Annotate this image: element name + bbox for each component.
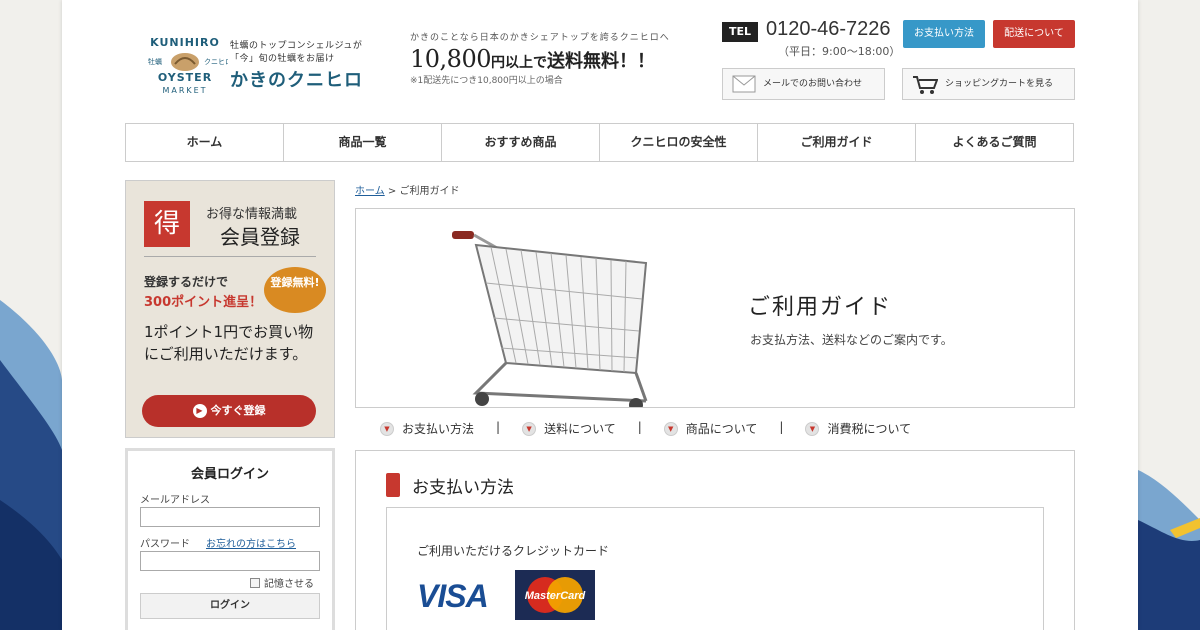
chevron-down-icon: ▼ [663,421,678,436]
anchor-products[interactable]: ▼ 商品について [663,420,758,437]
view-cart-label: ショッピングカートを見る [945,79,1054,89]
email-field[interactable] [140,507,320,527]
guide-hero-banner: ご利用ガイド お支払方法、送料などのご案内です。 [355,208,1075,408]
credit-card-box: ご利用いただけるクレジットカード VISA MasterCard [386,507,1044,630]
svg-text:クニヒロ: クニヒロ [204,58,228,66]
nav-item-faq[interactable]: よくあるご質問 [916,124,1073,161]
member-login-box: 会員ログイン メールアドレス パスワード お忘れの方はこちら 記憶させる ログイ… [125,448,335,630]
promo-headline: 10,800円以上で送料無料！！ [410,45,700,73]
anchor-separator: | [637,420,642,434]
toku-icon: 得 [144,201,190,247]
password-field[interactable] [140,551,320,571]
site-logo[interactable]: KUNIHIRO 牡蠣 クニヒロ OYSTER MARKET 牡蠣のトップコンシ… [142,34,372,98]
anchor-tax-label: 消費税について [827,422,912,436]
breadcrumb-separator: > [384,186,400,197]
svg-text:OYSTER: OYSTER [158,71,212,84]
tel-hours: （平日：9:00～18:00） [778,45,901,58]
chevron-down-icon: ▼ [805,421,820,436]
remember-me[interactable]: 記憶させる [250,575,314,590]
banner-body: 1ポイント1円でお買い物にご利用いただけます。 [144,323,314,363]
promo-note: ※1配送先につき10,800円以上の場合 [410,76,563,86]
promo-amount: 10,800 [410,45,491,73]
free-registration-badge: 登録無料! [264,267,326,313]
mail-inquiry-label: メールでのお問い合わせ [763,79,863,89]
view-cart-button[interactable]: ショッピングカートを見る [902,68,1075,100]
promo-lead: かきのことなら日本のかきシェアトップを誇るクニヒロへ [410,33,670,43]
anchor-shipping[interactable]: ▼ 送料について [522,420,616,437]
page-anchor-links: ▼ お支払い方法 | ▼ 送料について | ▼ 商品について | ▼ 消費税について [380,420,1070,437]
visa-logo: VISA [417,578,489,614]
register-now-label: 今すぐ登録 [210,404,266,417]
banner-divider [144,256,316,257]
svg-text:牡蠣: 牡蠣 [148,57,162,66]
hero-title: ご利用ガイド [748,295,893,320]
free-shipping-promo: かきのことなら日本のかきシェアトップを誇るクニヒロへ 10,800円以上で送料無… [410,30,700,86]
payment-section: お支払い方法 ご利用いただけるクレジットカード VISA MasterCard [355,450,1075,630]
banner-headline-2: 会員登録 [220,225,300,249]
shipping-info-button[interactable]: 配送について [993,20,1075,48]
breadcrumb-home-link[interactable]: ホーム [355,186,385,197]
credit-card-label: ご利用いただけるクレジットカード [417,544,610,558]
anchor-shipping-label: 送料について [544,422,616,436]
chevron-down-icon: ▼ [380,421,394,436]
anchor-separator: | [496,420,501,434]
remember-checkbox[interactable] [250,578,260,588]
login-button[interactable]: ログイン [140,593,320,619]
nav-item-safety[interactable]: クニヒロの安全性 [600,124,758,161]
svg-text:MARKET: MARKET [162,86,207,95]
banner-text-1: 登録するだけで [144,275,229,289]
envelope-icon [732,75,756,93]
member-registration-banner[interactable]: 得 お得な情報満載 会員登録 登録するだけで 300ポイント進呈！ 登録無料! … [125,180,335,438]
section-title: お支払い方法 [412,478,514,498]
nav-item-home[interactable]: ホーム [126,124,284,161]
promo-unit: 円以上で [490,55,547,71]
global-nav: ホーム 商品一覧 おすすめ商品 クニヒロの安全性 ご利用ガイド よくあるご質問 [125,123,1074,162]
anchor-products-label: 商品について [685,422,758,436]
payment-method-button[interactable]: お支払い方法 [903,20,985,48]
logo-name: かきのクニヒロ [230,70,363,91]
register-now-button[interactable]: ▶ 今すぐ登録 [142,395,316,427]
svg-text:KUNIHIRO: KUNIHIRO [150,36,220,49]
email-label: メールアドレス [140,495,210,506]
password-label: パスワード [140,539,190,550]
anchor-payment-label: お支払い方法 [402,422,475,436]
hero-subtitle: お支払方法、送料などのご案内です。 [750,333,953,347]
remember-label: 記憶させる [264,579,314,590]
anchor-separator: | [779,420,784,434]
mastercard-logo: MasterCard [515,570,595,620]
shopping-cart-image [452,231,648,407]
chevron-down-icon: ▼ [522,421,537,436]
forgot-password-link[interactable]: お忘れの方はこちら [206,535,296,550]
banner-headline-1: お得な情報満載 [206,207,298,222]
mastercard-text: MasterCard [525,590,586,602]
tel-badge: TEL [722,22,758,42]
anchor-payment[interactable]: ▼ お支払い方法 [380,420,474,437]
oyster-market-logo-icon: KUNIHIRO 牡蠣 クニヒロ OYSTER MARKET [148,36,228,95]
tel-number[interactable]: 0120-46-7226 [766,18,891,41]
logo-tagline: 牡蠣のトップコンシェルジュが 「今」旬の牡蠣をお届け [230,41,363,64]
login-title: 会員ログイン [190,467,269,482]
breadcrumb: ホーム > ご利用ガイド [355,182,459,197]
shopping-cart-icon [913,76,938,94]
play-icon: ▶ [192,404,207,418]
breadcrumb-current: ご利用ガイド [399,186,460,197]
nav-item-recommended[interactable]: おすすめ商品 [442,124,600,161]
anchor-tax[interactable]: ▼ 消費税について [805,420,911,437]
section-marker [386,473,400,497]
nav-item-guide[interactable]: ご利用ガイド [758,124,916,161]
promo-free: 送料無料！！ [546,51,655,72]
mail-inquiry-button[interactable]: メールでのお問い合わせ [722,68,885,100]
banner-points-text: 300ポイント進呈！ [144,295,263,310]
page-container: KUNIHIRO 牡蠣 クニヒロ OYSTER MARKET 牡蠣のトップコンシ… [62,0,1138,630]
nav-item-products[interactable]: 商品一覧 [284,124,442,161]
